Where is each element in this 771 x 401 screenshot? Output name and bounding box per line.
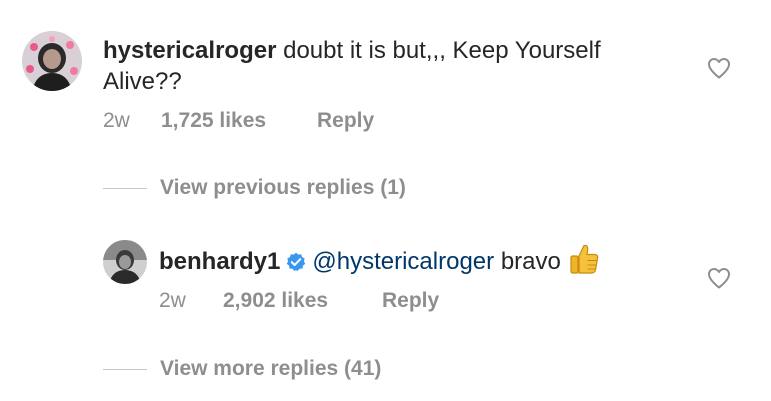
- reply-meta: 2w 2,902 likes Reply: [159, 289, 559, 315]
- profile-photo-icon: [103, 240, 147, 284]
- replies-divider: [103, 188, 147, 189]
- reply-reply-button[interactable]: Reply: [382, 289, 439, 313]
- reply-username[interactable]: benhardy1: [159, 248, 280, 275]
- more-replies-divider: [103, 369, 147, 370]
- reply-avatar[interactable]: [103, 240, 147, 284]
- comment-likes[interactable]: 1,725 likes: [161, 109, 266, 133]
- comment-body: hystericalroger doubt it is but,,, Keep …: [103, 35, 663, 97]
- reply-likes[interactable]: 2,902 likes: [223, 289, 328, 313]
- verified-badge-icon: [286, 249, 306, 280]
- reply-like-button[interactable]: [707, 267, 731, 289]
- view-previous-replies-link[interactable]: View previous replies (1): [160, 176, 406, 200]
- reply-button[interactable]: Reply: [317, 109, 374, 133]
- like-button[interactable]: [707, 57, 731, 79]
- comment-username[interactable]: hystericalroger: [103, 37, 276, 64]
- heart-outline-icon: [708, 58, 730, 79]
- reply-text: bravo: [500, 248, 561, 275]
- avatar[interactable]: [22, 31, 82, 91]
- thumbs-up-icon: [569, 243, 599, 283]
- comment-meta: 2w 1,725 likes Reply: [103, 109, 503, 135]
- mention-link[interactable]: @hystericalroger: [312, 248, 494, 275]
- reply-body: benhardy1 @hystericalroger bravo: [159, 243, 699, 283]
- comment-age[interactable]: 2w: [103, 109, 130, 133]
- view-more-replies-link[interactable]: View more replies (41): [160, 357, 381, 381]
- heart-outline-icon: [708, 268, 730, 289]
- profile-photo-hearts-icon: [22, 31, 82, 91]
- reply-age[interactable]: 2w: [159, 289, 186, 313]
